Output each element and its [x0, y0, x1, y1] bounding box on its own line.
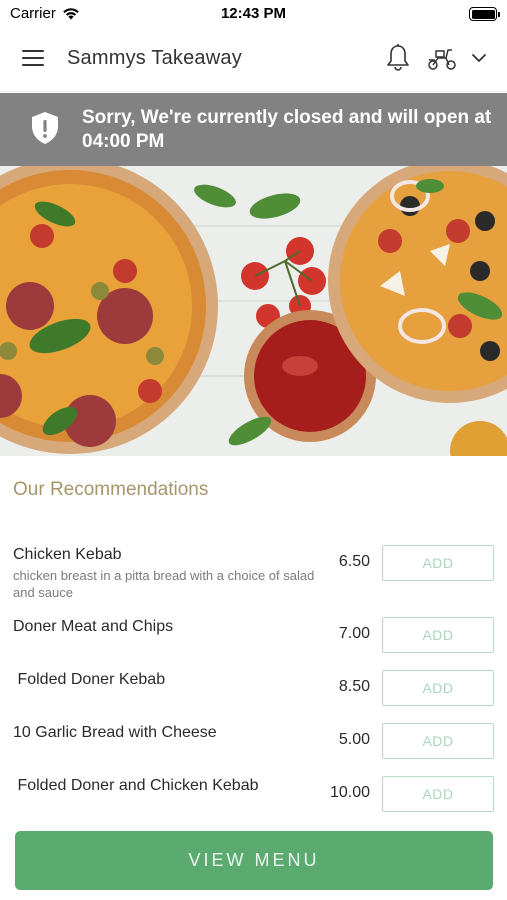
closed-message: Sorry, We're currently closed and will o…	[82, 107, 492, 152]
add-to-cart-button[interactable]: ADD	[382, 617, 494, 653]
add-to-cart-button[interactable]: ADD	[382, 776, 494, 812]
menu-item-name: Doner Meat and Chips	[13, 618, 174, 635]
bell-icon	[387, 44, 409, 71]
menu-icon-line	[22, 50, 44, 52]
shield-alert-icon	[32, 112, 58, 144]
notifications-button[interactable]	[384, 43, 412, 73]
menu-item-price: 5.00	[338, 731, 370, 748]
hero-image	[0, 166, 507, 456]
recommendations-title: Our Recommendations	[13, 479, 209, 500]
app-header: Sammys Takeaway	[0, 28, 507, 92]
view-menu-button[interactable]: VIEW MENU	[15, 831, 493, 890]
add-to-cart-button[interactable]: ADD	[382, 670, 494, 706]
chevron-down-icon	[472, 54, 486, 62]
add-to-cart-button[interactable]: ADD	[382, 723, 494, 759]
hamburger-menu-button[interactable]	[22, 50, 46, 68]
app-title: Sammys Takeaway	[67, 47, 242, 69]
add-to-cart-button[interactable]: ADD	[382, 545, 494, 581]
menu-icon-line	[22, 57, 44, 59]
menu-item-price: 7.00	[338, 625, 370, 642]
delivery-mode-button[interactable]	[426, 46, 458, 72]
menu-item-name: Folded Doner Kebab	[13, 671, 166, 688]
menu-item-price: 8.50	[338, 678, 370, 695]
status-bar: Carrier 12:43 PM	[0, 0, 507, 28]
closed-banner: Sorry, We're currently closed and will o…	[0, 93, 507, 166]
menu-icon-line	[22, 64, 44, 66]
pizza-hero-illustration	[0, 166, 507, 456]
menu-item-price: 10.00	[329, 784, 370, 801]
menu-item-name: Chicken Kebab	[13, 546, 122, 563]
menu-item-name: Folded Doner and Chicken Kebab	[13, 777, 259, 794]
menu-item-price: 6.50	[338, 553, 370, 570]
clock: 12:43 PM	[220, 5, 287, 22]
menu-item-description: chicken breast in a pitta bread with a c…	[13, 568, 315, 600]
battery-icon	[469, 7, 500, 21]
delivery-mode-dropdown[interactable]	[470, 50, 488, 66]
menu-item-name: 10 Garlic Bread with Cheese	[13, 724, 217, 741]
scooter-icon	[428, 49, 456, 70]
